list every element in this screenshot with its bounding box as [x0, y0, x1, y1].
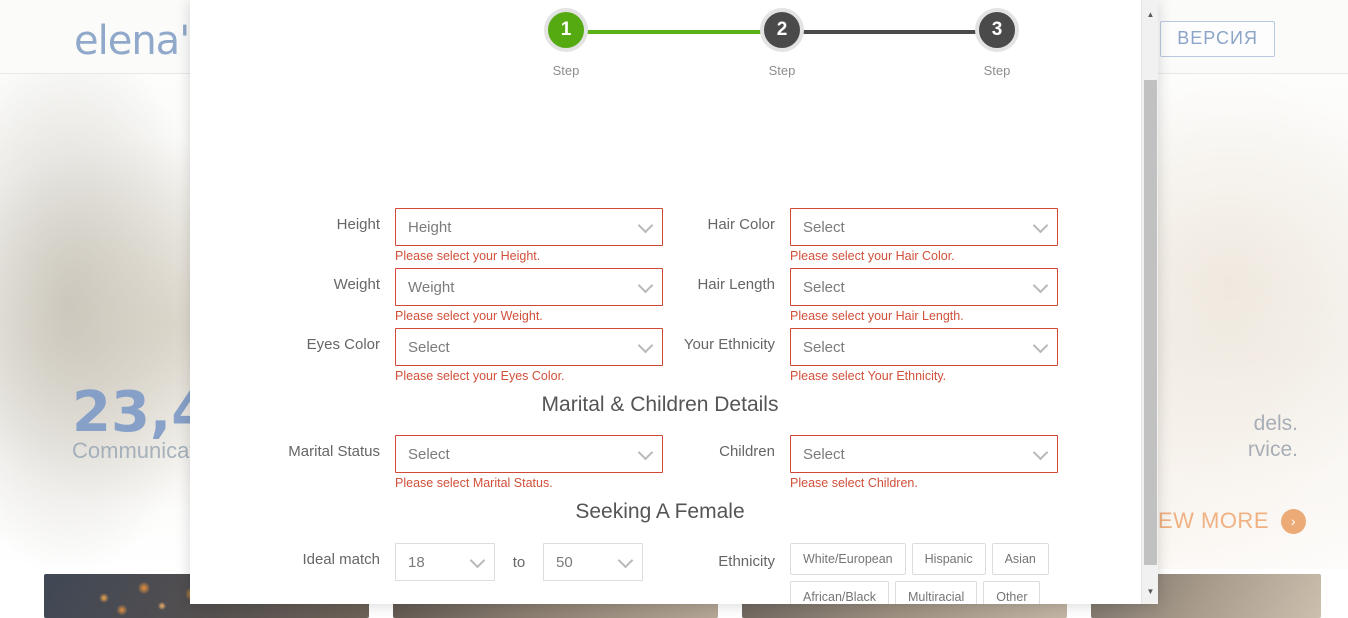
ethnicity-option-asian[interactable]: Asian	[991, 543, 1049, 575]
weight-select[interactable]: Weight	[395, 268, 663, 306]
step-number: 2	[776, 19, 788, 40]
age-to-select[interactable]: 50	[543, 543, 643, 581]
section-title-seeking: Seeking A Female	[575, 500, 745, 523]
your-ethnicity-error: Please select Your Ethnicity.	[790, 369, 947, 383]
marital-status-select[interactable]: Select	[395, 435, 663, 473]
field-label-hair-color: Hair Color	[707, 216, 775, 233]
ethnicity-option-african-black[interactable]: African/Black	[790, 581, 889, 604]
chevron-down-icon	[469, 552, 486, 569]
step-label-1: Step	[552, 63, 580, 78]
chevron-down-icon	[617, 552, 634, 569]
field-label-marital-status: Marital Status	[288, 443, 380, 460]
your-ethnicity-select[interactable]: Select	[790, 328, 1058, 366]
registration-modal: 1 2 3 Step Step Step Height Height Pleas…	[190, 0, 1158, 604]
ethnicity-option-hispanic[interactable]: Hispanic	[911, 543, 986, 575]
step-number: 3	[991, 19, 1003, 40]
section-title-marital: Marital & Children Details	[541, 393, 779, 416]
chevron-down-icon	[637, 217, 654, 234]
promo-line-2: rvice.	[1247, 438, 1298, 461]
marital-status-select-value: Select	[408, 445, 450, 463]
modal-content: 1 2 3 Step Step Step Height Height Pleas…	[190, 0, 1130, 604]
step-node-1[interactable]: 1	[544, 8, 588, 52]
field-eyes-color: Eyes Color Select Please select your Eye…	[280, 328, 663, 383]
hair-color-error: Please select your Hair Color.	[790, 249, 955, 263]
chevron-down-icon	[1032, 217, 1049, 234]
height-select[interactable]: Height	[395, 208, 663, 246]
eyes-color-select[interactable]: Select	[395, 328, 663, 366]
field-label-height: Height	[336, 216, 380, 233]
chevron-down-icon	[637, 337, 654, 354]
weight-error: Please select your Weight.	[395, 309, 543, 323]
scroll-up-icon[interactable]: ▲	[1142, 6, 1158, 23]
promo-line-1: dels.	[1253, 412, 1298, 435]
your-ethnicity-select-value: Select	[803, 338, 845, 356]
height-error: Please select your Height.	[395, 249, 541, 263]
field-height: Height Height Please select your Height.	[280, 208, 663, 263]
field-label-children: Children	[719, 443, 775, 460]
eyes-color-error: Please select your Eyes Color.	[395, 369, 565, 383]
children-select-value: Select	[803, 445, 845, 463]
field-seeking-ethnicity: Ethnicity White/European Hispanic Asian …	[675, 543, 1065, 604]
height-select-value: Height	[408, 218, 452, 236]
step-label-3: Step	[983, 63, 1011, 78]
chevron-down-icon	[1032, 277, 1049, 294]
step-node-2[interactable]: 2	[760, 8, 804, 52]
site-logo[interactable]: elena's	[74, 18, 210, 64]
marital-status-error: Please select Marital Status.	[395, 476, 553, 490]
scroll-down-icon[interactable]: ▼	[1142, 583, 1158, 600]
ethnicity-option-multiracial[interactable]: Multiracial	[894, 581, 978, 604]
language-version-button[interactable]: ВЕРСИЯ	[1160, 21, 1275, 57]
chevron-down-icon	[637, 444, 654, 461]
step-progress-indicator: 1 2 3 Step Step Step	[310, 0, 1019, 90]
hair-color-select-value: Select	[803, 218, 845, 236]
age-to-value: 50	[556, 553, 573, 571]
field-children: Children Select Please select Children.	[675, 435, 1058, 490]
field-label-ideal-match: Ideal match	[302, 551, 380, 568]
scrollbar-thumb[interactable]	[1144, 80, 1157, 565]
ethnicity-option-other[interactable]: Other	[983, 581, 1041, 604]
field-hair-color: Hair Color Select Please select your Hai…	[675, 208, 1058, 263]
chevron-down-icon	[1032, 444, 1049, 461]
ethnicity-option-white-european[interactable]: White/European	[790, 543, 906, 575]
view-more-link[interactable]: VIEW MORE ›	[1136, 508, 1306, 534]
field-weight: Weight Weight Please select your Weight.	[280, 268, 663, 323]
age-range-to-label: to	[512, 553, 526, 571]
chevron-down-icon	[1032, 337, 1049, 354]
hair-length-select[interactable]: Select	[790, 268, 1058, 306]
field-label-weight: Weight	[333, 276, 380, 293]
field-your-ethnicity: Your Ethnicity Select Please select Your…	[675, 328, 1058, 383]
step-number: 1	[560, 19, 572, 40]
field-label-your-ethnicity: Your Ethnicity	[683, 336, 775, 353]
hair-length-error: Please select your Hair Length.	[790, 309, 964, 323]
children-error: Please select Children.	[790, 476, 918, 490]
eyes-color-select-value: Select	[408, 338, 450, 356]
chevron-down-icon	[637, 277, 654, 294]
field-label-eyes-color: Eyes Color	[306, 336, 380, 353]
field-hair-length: Hair Length Select Please select your Ha…	[675, 268, 1058, 323]
field-label-seeking-ethnicity: Ethnicity	[718, 553, 775, 570]
field-marital-status: Marital Status Select Please select Mari…	[280, 435, 663, 490]
field-label-hair-length: Hair Length	[697, 276, 775, 293]
chevron-right-icon: ›	[1281, 508, 1306, 534]
modal-scrollbar[interactable]: ▲ ▼	[1141, 0, 1158, 604]
step-label-2: Step	[768, 63, 796, 78]
hair-length-select-value: Select	[803, 278, 845, 296]
children-select[interactable]: Select	[790, 435, 1058, 473]
age-from-select[interactable]: 18	[395, 543, 495, 581]
step-node-3[interactable]: 3	[975, 8, 1019, 52]
age-from-value: 18	[408, 553, 425, 571]
ethnicity-option-group: White/European Hispanic Asian African/Bl…	[790, 543, 1065, 604]
step-connector-2-3	[800, 30, 1000, 34]
weight-select-value: Weight	[408, 278, 455, 296]
field-ideal-match: Ideal match 18 to 50	[280, 543, 643, 581]
hair-color-select[interactable]: Select	[790, 208, 1058, 246]
